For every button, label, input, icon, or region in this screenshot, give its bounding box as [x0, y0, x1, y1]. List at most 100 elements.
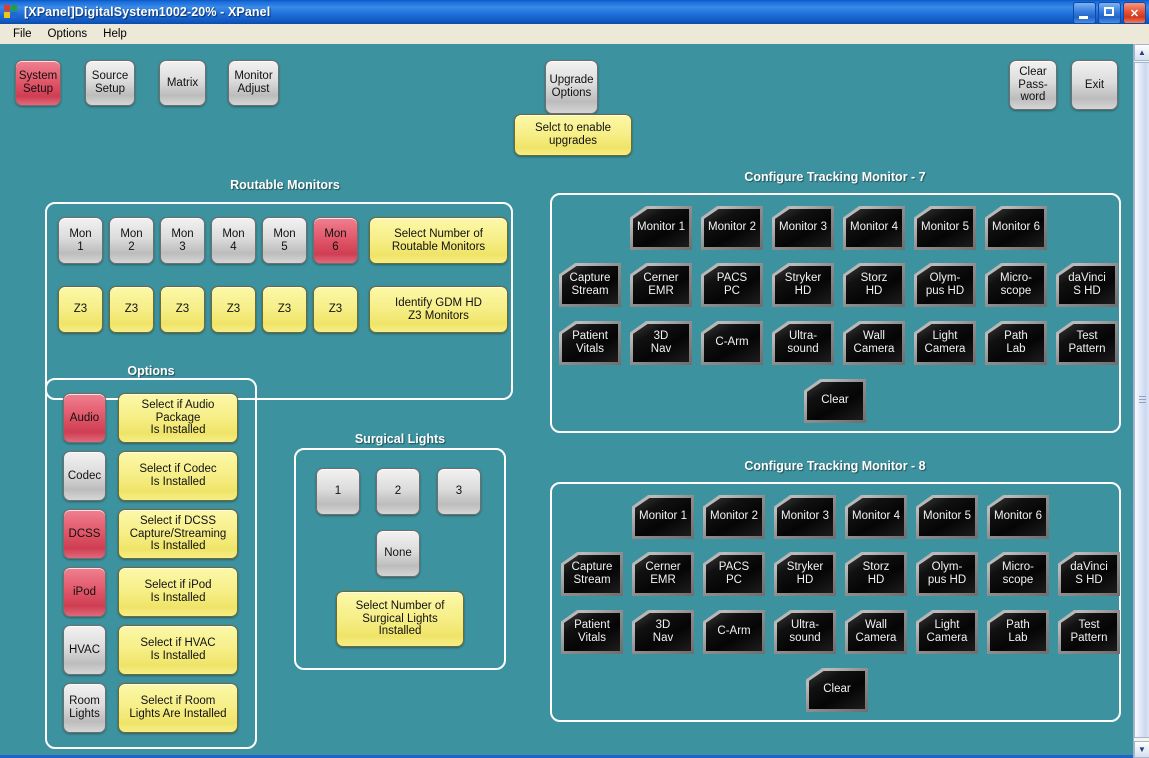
menu-file[interactable]: File — [6, 26, 39, 42]
scrollbar-thumb[interactable] — [1134, 62, 1149, 738]
routable-mon-1[interactable]: Mon 1 — [58, 217, 103, 264]
routable-z3-5[interactable]: Z3 — [262, 286, 307, 333]
tm7-clear-button[interactable]: Clear — [804, 379, 866, 423]
tm7-olympus-hd[interactable]: Olym- pus HD — [914, 263, 976, 307]
tm8-test-pattern[interactable]: Test Pattern — [1058, 610, 1120, 654]
app-logo-icon — [4, 4, 19, 20]
tm7-monitor-5[interactable]: Monitor 5 — [914, 206, 976, 250]
option-hvac-button[interactable]: HVAC — [63, 625, 106, 675]
maximize-button[interactable] — [1098, 2, 1121, 24]
minimize-button[interactable] — [1073, 2, 1096, 24]
tm7-monitor-4[interactable]: Monitor 4 — [843, 206, 905, 250]
close-button[interactable]: ✕ — [1123, 2, 1146, 24]
monitor-adjust-button[interactable]: Monitor Adjust — [228, 60, 279, 106]
tm8-c-arm[interactable]: C-Arm — [703, 610, 765, 654]
tm7-stryker-hd[interactable]: Stryker HD — [772, 263, 834, 307]
tm8-capture-stream[interactable]: Capture Stream — [561, 552, 623, 596]
option-ipod-button[interactable]: iPod — [63, 567, 106, 617]
tm7-patient-vitals[interactable]: Patient Vitals — [559, 321, 621, 365]
routable-mon-4[interactable]: Mon 4 — [211, 217, 256, 264]
tm7-test-pattern[interactable]: Test Pattern — [1056, 321, 1118, 365]
tm7-3d-nav[interactable]: 3D Nav — [630, 321, 692, 365]
menu-help[interactable]: Help — [96, 26, 134, 42]
tm8-light-camera[interactable]: Light Camera — [916, 610, 978, 654]
tm7-storz-hd[interactable]: Storz HD — [843, 263, 905, 307]
tm8-3d-nav[interactable]: 3D Nav — [632, 610, 694, 654]
option-audio-hint: Select if Audio Package Is Installed — [118, 393, 238, 443]
tm8-cerner-emr[interactable]: Cerner EMR — [632, 552, 694, 596]
tm8-pacs-pc[interactable]: PACS PC — [703, 552, 765, 596]
tm7-ultrasound[interactable]: Ultra- sound — [772, 321, 834, 365]
scroll-up-icon[interactable]: ▲ — [1134, 44, 1149, 61]
vertical-scrollbar[interactable]: ▲ ▼ — [1133, 44, 1149, 758]
upgrade-options-button[interactable]: Upgrade Options — [545, 60, 598, 114]
tm8-monitor-5[interactable]: Monitor 5 — [916, 495, 978, 539]
system-setup-button[interactable]: System Setup — [15, 60, 61, 106]
clear-password-button[interactable]: Clear Pass- word — [1009, 60, 1057, 110]
tm8-olympus-hd[interactable]: Olym- pus HD — [916, 552, 978, 596]
tracking-monitor-8-title: Configure Tracking Monitor - 8 — [744, 459, 926, 473]
routable-z3-1[interactable]: Z3 — [58, 286, 103, 333]
tm7-microscope[interactable]: Micro- scope — [985, 263, 1047, 307]
tm8-monitor-4[interactable]: Monitor 4 — [845, 495, 907, 539]
close-icon: ✕ — [1129, 7, 1140, 20]
routable-z3-3[interactable]: Z3 — [160, 286, 205, 333]
tm7-davinci-s-hd[interactable]: daVinci S HD — [1056, 263, 1118, 307]
tm8-monitor-6[interactable]: Monitor 6 — [987, 495, 1049, 539]
scroll-down-icon[interactable]: ▼ — [1134, 741, 1149, 758]
menubar: File Options Help — [0, 24, 1149, 44]
surgical-light-count-2[interactable]: 2 — [376, 468, 420, 515]
routable-z3-6[interactable]: Z3 — [313, 286, 358, 333]
tm7-monitor-6[interactable]: Monitor 6 — [985, 206, 1047, 250]
menu-options[interactable]: Options — [41, 26, 95, 42]
routable-mon-2[interactable]: Mon 2 — [109, 217, 154, 264]
tm7-cerner-emr[interactable]: Cerner EMR — [630, 263, 692, 307]
scrollbar-grip-icon — [1139, 396, 1146, 404]
option-ipod-hint: Select if iPod Is Installed — [118, 567, 238, 617]
routable-mon-6[interactable]: Mon 6 — [313, 217, 358, 264]
tm7-capture-stream[interactable]: Capture Stream — [559, 263, 621, 307]
option-audio-button[interactable]: Audio — [63, 393, 106, 443]
tm7-light-camera[interactable]: Light Camera — [914, 321, 976, 365]
options-panel: Audio Select if Audio Package Is Install… — [45, 378, 257, 749]
tm8-microscope[interactable]: Micro- scope — [987, 552, 1049, 596]
routable-z3-2[interactable]: Z3 — [109, 286, 154, 333]
tm7-pacs-pc[interactable]: PACS PC — [701, 263, 763, 307]
surgical-light-count-1[interactable]: 1 — [316, 468, 360, 515]
tm8-clear-button[interactable]: Clear — [806, 668, 868, 712]
panel-client-area: System Setup Source Setup Matrix Monitor… — [0, 44, 1133, 755]
tm7-monitor-1[interactable]: Monitor 1 — [630, 206, 692, 250]
routable-mon-5[interactable]: Mon 5 — [262, 217, 307, 264]
source-setup-button[interactable]: Source Setup — [85, 60, 135, 106]
matrix-button[interactable]: Matrix — [159, 60, 206, 106]
tm8-stryker-hd[interactable]: Stryker HD — [774, 552, 836, 596]
routable-monitors-title: Routable Monitors — [230, 178, 340, 192]
tracking-monitor-7-title: Configure Tracking Monitor - 7 — [744, 170, 926, 184]
routable-z3-4[interactable]: Z3 — [211, 286, 256, 333]
tm8-wall-camera[interactable]: Wall Camera — [845, 610, 907, 654]
window-titlebar: [XPanel]DigitalSystem1002-20% - XPanel ✕ — [0, 0, 1149, 24]
tracking-monitor-7-panel: Monitor 1 Monitor 2 Monitor 3 Monitor 4 … — [550, 193, 1121, 433]
tm7-monitor-3[interactable]: Monitor 3 — [772, 206, 834, 250]
tm8-storz-hd[interactable]: Storz HD — [845, 552, 907, 596]
tm8-patient-vitals[interactable]: Patient Vitals — [561, 610, 623, 654]
option-room-lights-button[interactable]: Room Lights — [63, 683, 106, 733]
exit-button[interactable]: Exit — [1071, 60, 1118, 110]
tm7-wall-camera[interactable]: Wall Camera — [843, 321, 905, 365]
tm7-monitor-2[interactable]: Monitor 2 — [701, 206, 763, 250]
tm7-path-lab[interactable]: Path Lab — [985, 321, 1047, 365]
option-codec-button[interactable]: Codec — [63, 451, 106, 501]
surgical-light-count-3[interactable]: 3 — [437, 468, 481, 515]
option-dcss-button[interactable]: DCSS — [63, 509, 106, 559]
upgrade-options-hint: Selct to enable upgrades — [514, 114, 632, 156]
tm8-monitor-2[interactable]: Monitor 2 — [703, 495, 765, 539]
tm8-monitor-3[interactable]: Monitor 3 — [774, 495, 836, 539]
tm8-monitor-1[interactable]: Monitor 1 — [632, 495, 694, 539]
identify-gdm-hd-button[interactable]: Identify GDM HD Z3 Monitors — [369, 286, 508, 333]
surgical-light-none-button[interactable]: None — [376, 530, 420, 577]
routable-mon-3[interactable]: Mon 3 — [160, 217, 205, 264]
tm8-ultrasound[interactable]: Ultra- sound — [774, 610, 836, 654]
tm8-davinci-s-hd[interactable]: daVinci S HD — [1058, 552, 1120, 596]
tm8-path-lab[interactable]: Path Lab — [987, 610, 1049, 654]
tm7-c-arm[interactable]: C-Arm — [701, 321, 763, 365]
